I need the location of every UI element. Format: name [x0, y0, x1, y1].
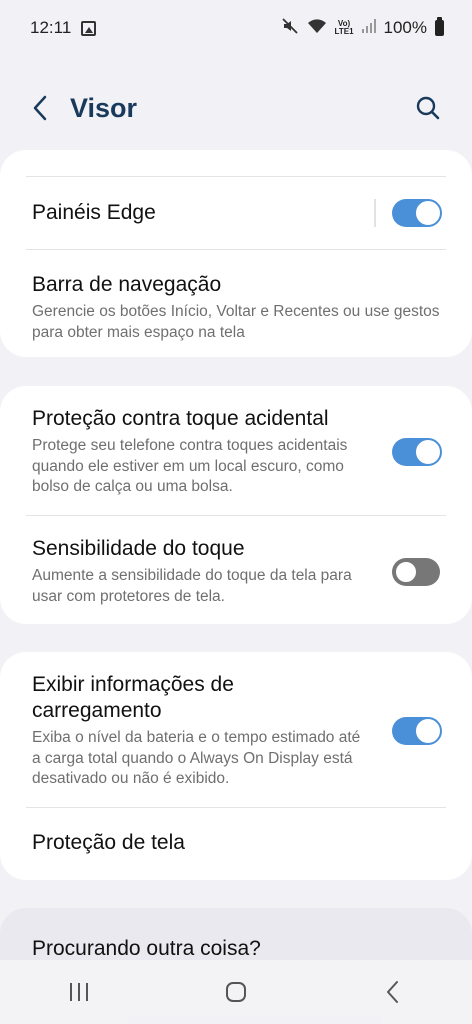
signal-icon: [361, 18, 376, 38]
accidental-touch-title: Proteção contra toque acidental: [32, 407, 329, 430]
battery-percent: 100%: [383, 18, 427, 37]
toggle-knob: [394, 559, 418, 584]
app-header: Visor: [0, 80, 472, 136]
battery-icon: [435, 17, 444, 36]
home-icon: [225, 982, 246, 1002]
recents-icon: [69, 983, 88, 1001]
screen-saver-title: Proteção de tela: [32, 831, 185, 854]
toggle-knob: [414, 199, 442, 227]
toggle-knob: [414, 716, 442, 745]
navigation-bar-subtitle: Gerencie os botões Início, Voltar e Rece…: [32, 303, 440, 341]
charging-info-subtitle: Exiba o nível da bateria e o tempo estim…: [32, 729, 361, 787]
recents-button[interactable]: [49, 968, 109, 1016]
accidental-touch-subtitle: Protege seu telefone contra toques acide…: [32, 437, 348, 495]
back-icon: [387, 981, 399, 1003]
back-nav-button[interactable]: [363, 968, 423, 1016]
screen-saver-row[interactable]: Proteção de tela: [32, 830, 440, 856]
edge-panels-row[interactable]: Painéis Edge: [32, 196, 442, 230]
back-button[interactable]: [24, 88, 56, 128]
looking-for-row[interactable]: Procurando outra coisa?: [32, 936, 440, 962]
accidental-touch-toggle[interactable]: [392, 437, 442, 466]
touch-sensitivity-subtitle: Aumente a sensibilidade do toque da tela…: [32, 567, 352, 605]
accidental-touch-row[interactable]: Proteção contra toque acidental Protege …: [32, 406, 442, 498]
chevron-left-icon: [33, 95, 47, 121]
looking-for-title: Procurando outra coisa?: [32, 937, 261, 960]
touch-sensitivity-toggle[interactable]: [392, 557, 440, 586]
settings-card-touch: Proteção contra toque acidental Protege …: [0, 386, 472, 624]
volte-indicator: Vo) LTE1: [334, 19, 354, 36]
touch-sensitivity-text: Sensibilidade do toque Aumente a sensibi…: [32, 536, 392, 607]
home-button[interactable]: [206, 968, 266, 1016]
mute-icon: [281, 17, 299, 40]
search-button[interactable]: [408, 88, 448, 128]
status-bar: 12:11 Vo) LTE1 100%: [0, 0, 472, 56]
charging-info-text: Exibir informações de carregamento Exiba…: [32, 672, 392, 790]
divider: [26, 249, 446, 250]
settings-card-edge: Painéis Edge Barra de navegação Gerencie…: [0, 150, 472, 357]
settings-card-charging: Exibir informações de carregamento Exiba…: [0, 652, 472, 880]
page-title: Visor: [70, 92, 138, 123]
search-icon: [416, 96, 440, 120]
edge-panels-title: Painéis Edge: [32, 201, 156, 224]
status-right: Vo) LTE1 100%: [281, 17, 444, 40]
edge-panels-text: Painéis Edge: [32, 200, 374, 226]
touch-sensitivity-row[interactable]: Sensibilidade do toque Aumente a sensibi…: [32, 536, 440, 607]
divider: [26, 515, 446, 516]
toggle-knob: [414, 437, 442, 466]
gallery-notification-icon: [81, 20, 97, 36]
charging-info-row[interactable]: Exibir informações de carregamento Exiba…: [32, 672, 442, 790]
status-time: 12:11: [30, 18, 72, 37]
touch-sensitivity-title: Sensibilidade do toque: [32, 537, 245, 560]
vertical-separator: [374, 199, 376, 227]
divider: [26, 176, 446, 177]
accidental-touch-text: Proteção contra toque acidental Protege …: [32, 406, 392, 498]
wifi-icon: [307, 18, 327, 39]
edge-panels-toggle[interactable]: [392, 199, 442, 227]
navigation-bar-text: Barra de navegação Gerencie os botões In…: [32, 272, 440, 343]
navigation-bar-row[interactable]: Barra de navegação Gerencie os botões In…: [32, 272, 440, 343]
looking-for-text: Procurando outra coisa?: [32, 936, 440, 962]
charging-info-toggle[interactable]: [392, 716, 442, 745]
system-navigation-bar: [0, 960, 472, 1024]
screen-saver-text: Proteção de tela: [32, 830, 440, 856]
navigation-bar-title: Barra de navegação: [32, 273, 222, 296]
divider: [26, 807, 446, 808]
status-left: 12:11: [30, 18, 97, 38]
charging-info-title: Exibir informações de carregamento: [32, 673, 234, 722]
